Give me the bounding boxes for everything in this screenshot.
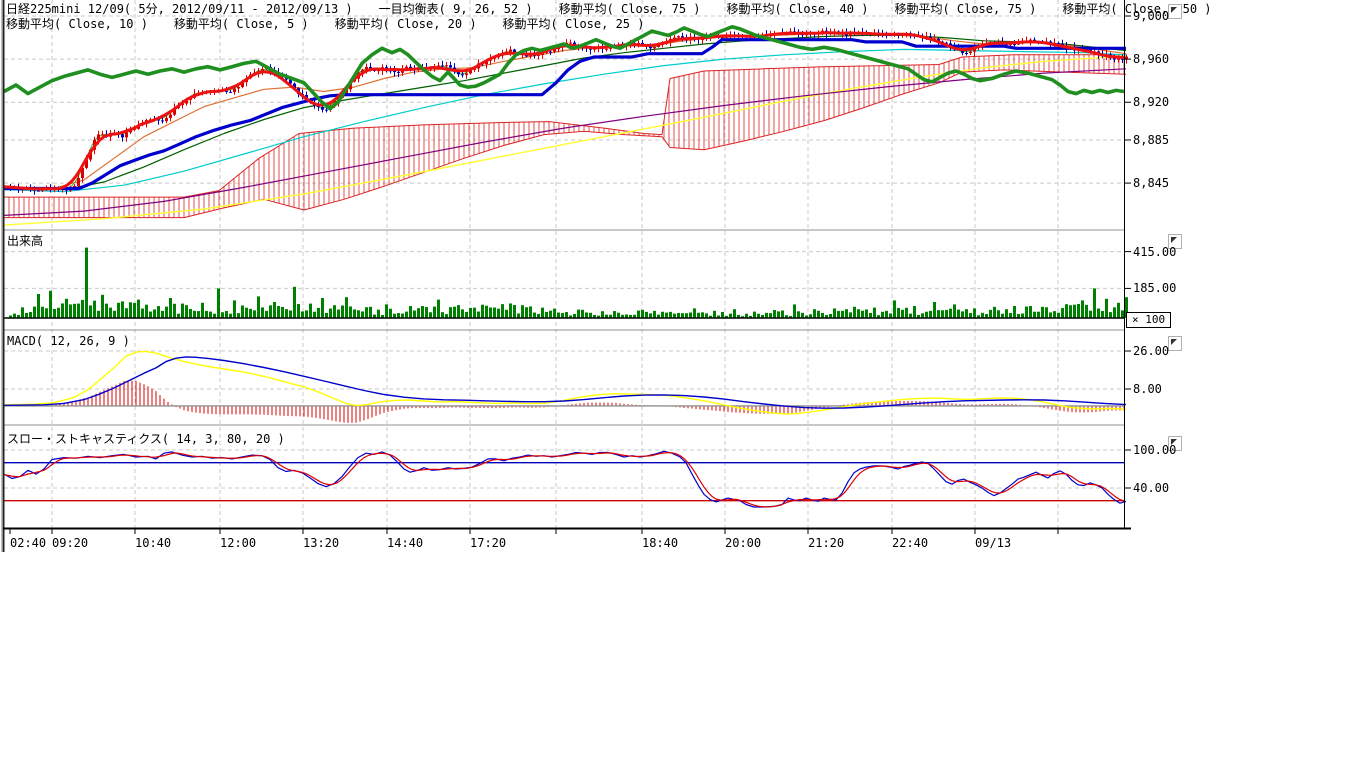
- time-axis-label: 02:40: [10, 536, 46, 550]
- indicator-label: 移動平均( Close, 25 ): [503, 17, 645, 31]
- volume-multiplier-badge: × 100: [1126, 312, 1171, 328]
- price-axis-label: 8,920: [1133, 95, 1169, 109]
- indicator-label: 移動平均( Close, 20 ): [335, 17, 477, 31]
- stochastics-axis-label: 100.00: [1133, 443, 1176, 457]
- chart-application-window: 日経225mini 12/09( 5分, 2012/09/11 - 2012/0…: [0, 0, 1366, 768]
- indicator-label: 移動平均( Close, 5 ): [174, 17, 309, 31]
- time-axis-label: 12:00: [220, 536, 256, 550]
- volume-axis-label: 415.00: [1133, 245, 1176, 259]
- stochastics-panel-label: スロー・ストキャスティクス( 14, 3, 80, 20 ): [7, 430, 285, 447]
- time-axis-label: 09/13: [975, 536, 1011, 550]
- chart-canvas[interactable]: [0, 0, 1366, 560]
- macd-panel-resize-icon[interactable]: [1168, 336, 1182, 351]
- price-axis-label: 9,000: [1133, 9, 1169, 23]
- time-axis-label: 21:20: [808, 536, 844, 550]
- time-axis-label: 14:40: [387, 536, 423, 550]
- stochastics-axis-label: 40.00: [1133, 481, 1169, 495]
- indicator-label: 一目均衡表( 9, 26, 52 ): [379, 2, 533, 16]
- time-axis-label: 17:20: [470, 536, 506, 550]
- price-axis-label: 8,960: [1133, 52, 1169, 66]
- macd-axis-label: 8.00: [1133, 382, 1162, 396]
- indicator-label: 移動平均( Close, 75 ): [559, 2, 701, 16]
- price-axis-label: 8,885: [1133, 133, 1169, 147]
- indicator-label: 日経225mini 12/09( 5分, 2012/09/11 - 2012/0…: [6, 2, 353, 16]
- time-axis-label: 13:20: [303, 536, 339, 550]
- volume-panel-label: 出来高: [7, 232, 43, 249]
- indicator-header-row-2: 移動平均( Close, 10 ) 移動平均( Close, 5 ) 移動平均( C…: [6, 17, 670, 31]
- price-panel-resize-icon[interactable]: [1168, 4, 1182, 19]
- indicator-header-row-1: 日経225mini 12/09( 5分, 2012/09/11 - 2012/0…: [6, 2, 1238, 16]
- indicator-label: 移動平均( Close, 10 ): [6, 17, 148, 31]
- macd-panel-label: MACD( 12, 26, 9 ): [7, 334, 130, 348]
- time-axis-label: 22:40: [892, 536, 928, 550]
- volume-axis-label: 185.00: [1133, 281, 1176, 295]
- time-axis-label: 18:40: [642, 536, 678, 550]
- time-axis-label: 09:20: [52, 536, 88, 550]
- macd-axis-label: 26.00: [1133, 344, 1169, 358]
- indicator-label: 移動平均( Close, 75 ): [894, 2, 1036, 16]
- time-axis-label: 10:40: [135, 536, 171, 550]
- time-axis-label: 20:00: [725, 536, 761, 550]
- price-axis-label: 8,845: [1133, 176, 1169, 190]
- indicator-label: 移動平均( Close, 40 ): [727, 2, 869, 16]
